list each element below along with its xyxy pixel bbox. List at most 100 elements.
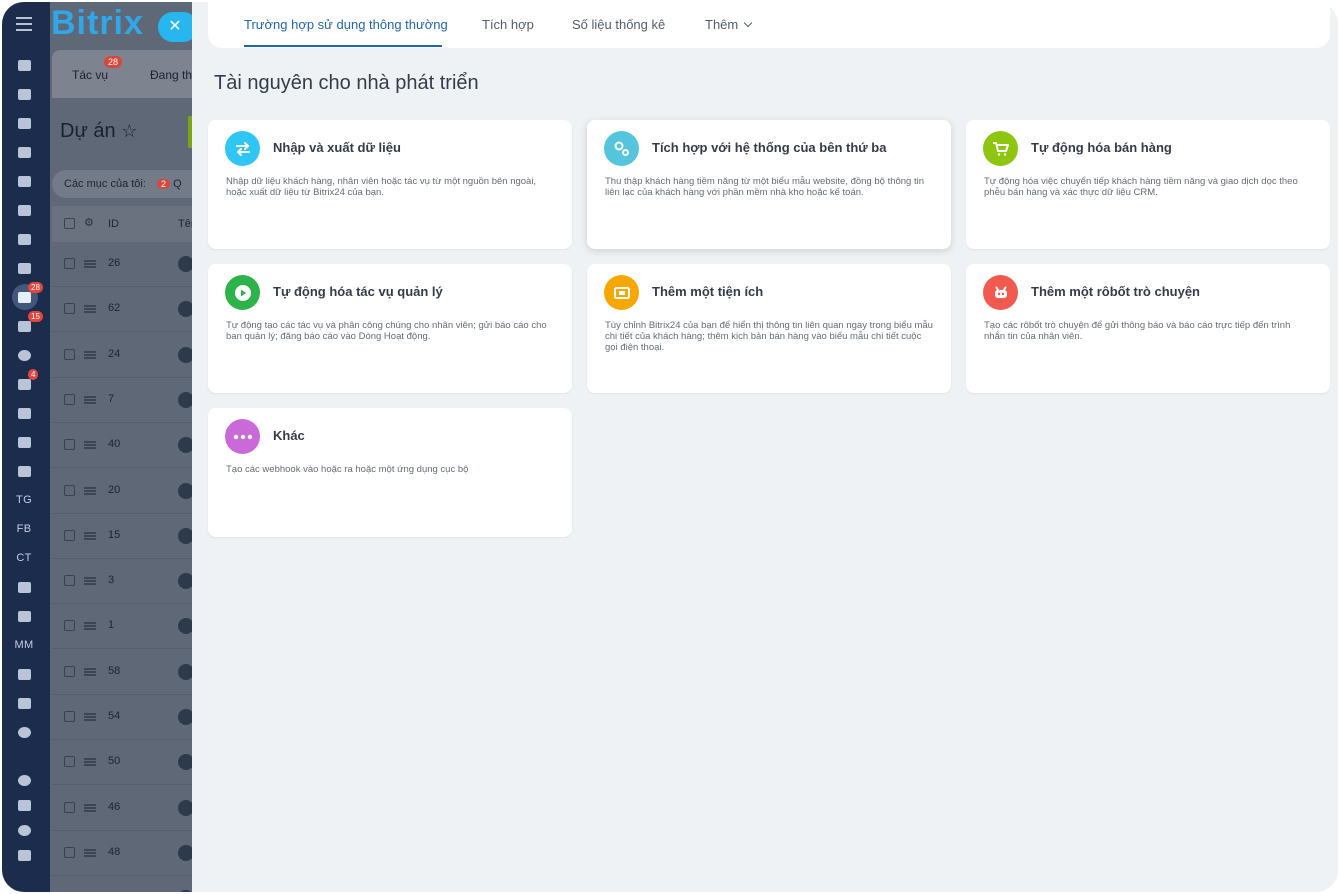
row-id: 26: [108, 257, 121, 269]
bot-icon: [983, 275, 1018, 310]
rail-item-group-icon[interactable]: [2, 255, 46, 281]
window-frame: 28 15 4 TG FB CT MM Tác vụ 28 Đang th Dự án ☆ …: [2, 2, 1338, 892]
resource-card[interactable]: Tự động hóa bán hàng Tự động hóa việc chu…: [966, 120, 1330, 249]
drag-handle-icon: [84, 441, 96, 450]
rail-item-box-icon[interactable]: [2, 458, 46, 484]
drag-handle-icon: [84, 758, 96, 767]
rail-item-tg[interactable]: TG: [2, 487, 46, 513]
resource-card[interactable]: Nhập và xuất dữ liệu Nhập dữ liệu khách h…: [208, 120, 572, 249]
resource-card[interactable]: Thêm một rôbốt trò chuyện Tạo các rôbốt t…: [966, 264, 1330, 393]
page-title: Tài nguyên cho nhà phát triển: [214, 72, 479, 94]
tab-common-use-cases[interactable]: Trường hợp sử dụng thông thường: [244, 17, 448, 32]
group-icon: [17, 262, 31, 274]
rail-item-robot-icon[interactable]: [2, 429, 46, 455]
drag-handle-icon: [84, 531, 96, 540]
rail-item-ct[interactable]: CT: [2, 545, 46, 571]
background-tab-label: Đang th: [150, 68, 193, 82]
drag-handle-icon: [84, 803, 96, 812]
row-checkbox: [64, 620, 75, 632]
rail-item-target-icon[interactable]: [2, 342, 46, 368]
rail-item-fb[interactable]: FB: [2, 516, 46, 542]
tab-integrations[interactable]: Tích hợp: [482, 17, 534, 32]
table-row: 7: [52, 377, 200, 423]
row-checkbox: [64, 348, 75, 360]
rail-item-chat-icon[interactable]: [2, 197, 46, 223]
rail-item-chart-icon[interactable]: [2, 661, 46, 687]
rail-item-mail-icon[interactable]: [2, 226, 46, 252]
star-icon: ☆: [121, 121, 138, 141]
background-title: Dự án ☆: [60, 120, 137, 143]
tasks-count-badge: 28: [104, 56, 123, 68]
gears-icon: [604, 131, 639, 166]
resource-card[interactable]: Thêm một tiện ích Tùy chỉnh Bitrix24 của …: [587, 264, 951, 393]
filter-icon: [17, 320, 31, 332]
card-title: Thêm một rôbốt trò chuyện: [1031, 284, 1200, 299]
tab-more[interactable]: Thêm: [705, 17, 753, 32]
resource-card[interactable]: Tích hợp với hệ thống của bên thứ ba Thu …: [587, 120, 951, 249]
rail-item-sitemap-icon[interactable]: [2, 52, 46, 78]
rail-item-document-icon[interactable]: [2, 139, 46, 165]
box-icon: [17, 465, 31, 477]
rail-label: CT: [16, 552, 32, 564]
background-tab-tasks: Tác vụ 28: [72, 56, 123, 82]
rail-item-mm[interactable]: MM: [2, 632, 46, 658]
row-id: 56: [108, 891, 120, 892]
rail-item-tasks-icon[interactable]: 28: [2, 282, 46, 310]
calendar-icon: [17, 117, 31, 129]
chat-icon: [17, 204, 31, 216]
table-row: 3: [52, 559, 200, 605]
menu-icon[interactable]: [16, 17, 32, 31]
plus-icon: [17, 849, 31, 861]
drag-handle-icon: [84, 848, 96, 857]
table-row: 15: [52, 513, 200, 559]
rail-item-sitemap-icon[interactable]: [2, 792, 46, 818]
more-icon: [17, 726, 31, 738]
rail-item-plus-icon[interactable]: [2, 842, 46, 868]
filter-badge: 2: [156, 179, 170, 189]
drag-handle-icon: [84, 667, 96, 676]
rail-item-settings-icon[interactable]: [2, 817, 46, 843]
table-row: 24: [52, 332, 200, 378]
rail-item-cart-icon[interactable]: [2, 400, 46, 426]
row-checkbox: [64, 756, 75, 768]
row-id: 15: [108, 528, 121, 541]
transfer-icon: [225, 131, 260, 166]
card-title: Khác: [273, 428, 305, 443]
table-row: 26: [52, 242, 200, 287]
card-title: Thêm một tiện ích: [652, 284, 764, 299]
row-id: 50: [108, 755, 121, 768]
rail-item-contact-icon[interactable]: 4: [2, 369, 46, 397]
drive-icon: [17, 175, 31, 187]
resource-card[interactable]: Khác Tạo các webhook vào hoặc ra hoặc một…: [208, 408, 572, 537]
rail-item-bank-icon[interactable]: [2, 574, 46, 600]
table-row: 1: [52, 604, 200, 650]
rail-item-filter-icon[interactable]: 15: [2, 311, 46, 339]
cart-icon: [17, 407, 31, 419]
close-icon: ✕: [168, 18, 182, 35]
settings-icon: [17, 824, 31, 836]
card-description: Tự động tạo các tác vụ và phân công chún…: [226, 320, 547, 342]
mail-icon: [17, 233, 31, 245]
contact-icon: [17, 378, 31, 390]
rail-item-calendar-icon[interactable]: [2, 110, 46, 136]
rail-item-edit-icon[interactable]: [2, 690, 46, 716]
row-checkbox: [64, 393, 75, 405]
tasks-icon: [17, 291, 31, 303]
rail-item-drive-icon[interactable]: [2, 168, 46, 194]
drag-handle-icon: [84, 713, 96, 721]
filter-label: Các mục của tôi:: [64, 178, 146, 190]
background-page: Tác vụ 28 Đang th Dự án ☆ Các mục của tô…: [50, 2, 200, 892]
rail-item-help-icon[interactable]: [2, 767, 46, 793]
widget-icon: [604, 275, 639, 310]
row-id: 20: [108, 483, 121, 496]
drag-handle-icon: [84, 486, 96, 495]
background-filter: Các mục của tôi: 2 Q: [52, 170, 200, 198]
tab-statistics[interactable]: Số liệu thống kê: [572, 17, 665, 32]
row-checkbox: [64, 801, 75, 813]
rail-item-sign-icon[interactable]: [2, 603, 46, 629]
resource-card[interactable]: Tự động hóa tác vụ quản lý Tự động tạo cá…: [208, 264, 572, 393]
rail-item-feed-icon[interactable]: [2, 81, 46, 107]
rail-item-more-icon[interactable]: [2, 719, 46, 745]
row-id: 1: [108, 619, 115, 632]
table-row: 48: [52, 830, 200, 876]
